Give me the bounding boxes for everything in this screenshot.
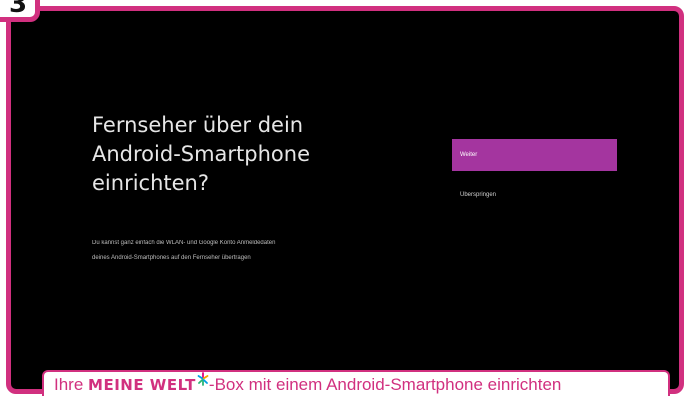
setup-options-menu: Weiter Überspringen — [452, 139, 617, 211]
title-line: einrichten? — [92, 171, 209, 195]
continue-option[interactable]: Weiter — [452, 139, 617, 171]
step-number-badge: 3 — [0, 0, 40, 22]
description-line: Du kannst ganz einfach die WLAN- und Goo… — [92, 240, 276, 246]
description-line: deines Android-Smartphones auf den Ferns… — [92, 255, 251, 261]
tv-screen-frame: Fernseher über dein Android-Smartphone e… — [6, 6, 684, 394]
brand-name: MEINE WELT — [88, 376, 196, 394]
setup-description: Du kannst ganz einfach die WLAN- und Goo… — [92, 236, 412, 266]
title-line: Android-Smartphone — [92, 142, 311, 166]
skip-option[interactable]: Überspringen — [452, 179, 617, 211]
setup-question-title: Fernseher über dein Android-Smartphone e… — [92, 111, 392, 198]
caption-suffix: -Box mit einem Android-Smartphone einric… — [208, 375, 562, 394]
caption-bar: Ihre MEINE WELT -Box mit einem Android-S… — [42, 370, 670, 396]
sparkle-logo-icon — [197, 372, 209, 386]
caption-prefix: Ihre — [54, 375, 89, 394]
title-line: Fernseher über dein — [92, 113, 304, 137]
